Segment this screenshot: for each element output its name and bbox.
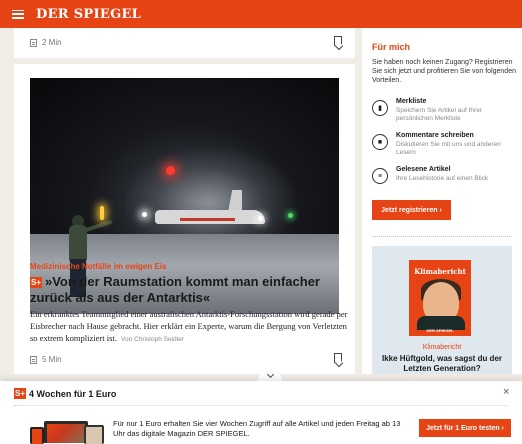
sidebar-fuer-mich: Für mich Sie haben noch keinen Zugang? R… <box>362 28 522 374</box>
hamburger-menu-icon[interactable] <box>12 9 24 19</box>
airplane <box>155 210 265 224</box>
cover-title: Klimabericht <box>414 267 466 276</box>
wing-light <box>288 213 293 218</box>
banner-text: Für nur 1 Euro erhalten Sie vier Wochen … <box>113 419 401 438</box>
chevron-down-icon <box>266 370 274 379</box>
spiegel-plus-badge: S+ <box>14 388 26 399</box>
banner-divider <box>14 405 508 406</box>
close-icon[interactable]: × <box>503 386 509 398</box>
benefit-title: Kommentare schreiben <box>396 132 474 139</box>
phone-screen <box>32 429 42 444</box>
benefit-desc: Speichern Sie Artikel auf Ihrer persönli… <box>396 107 482 122</box>
sidebar-intro: Sie haben noch keinen Zugang? Registrier… <box>372 59 516 84</box>
trial-button[interactable]: Jetzt für 1 Euro testen › <box>419 419 511 437</box>
site-header: DER SPIEGEL <box>0 0 522 28</box>
article-card[interactable]: Medizinische Notfälle im ewigen Eis S+ »V… <box>14 64 355 374</box>
klimabericht-cover[interactable]: Klimabericht DER SPIEGEL <box>409 260 471 336</box>
promo-kicker[interactable]: Klimabericht <box>372 344 512 351</box>
read-time-label: 2 Min <box>42 38 62 47</box>
spiegel-plus-badge: S+ <box>30 277 42 288</box>
benefit-title: Merkliste <box>396 98 427 105</box>
promo-title[interactable]: Ikke Hüftgold, was sagst du der Letzten … <box>376 354 508 374</box>
bookmark-icon: ▮ <box>372 100 388 116</box>
read-time: 2 Min <box>30 38 62 47</box>
cover-brand: DER SPIEGEL <box>426 328 454 333</box>
bookmark-icon[interactable] <box>334 36 342 46</box>
read-time-label: 5 Min <box>42 355 62 364</box>
register-button[interactable]: Jetzt registrieren › <box>372 200 451 220</box>
article-teaser[interactable]: Ein erkranktes Teammitglied einer austra… <box>30 308 348 346</box>
tablet-screen <box>86 427 102 444</box>
benefit-kommentare: ■ Kommentare schreiben Diskutieren Sie m… <box>372 132 518 158</box>
read-time: 5 Min <box>30 355 62 364</box>
klimabericht-promo[interactable]: Klimabericht DER SPIEGEL Klimabericht Ik… <box>372 246 512 374</box>
article-document-icon <box>30 38 37 47</box>
article-byline: Von Christoph Seidler <box>121 336 184 343</box>
spiegel-logo[interactable]: DER SPIEGEL <box>36 7 141 22</box>
benefit-title: Gelesene Artikel <box>396 166 451 173</box>
sidebar-divider <box>372 236 512 237</box>
devices-illustration <box>28 417 106 444</box>
banner-title-text: 4 Wochen für 1 Euro <box>29 388 117 399</box>
benefit-desc: Diskutieren Sie mit uns und anderen Lese… <box>396 141 501 156</box>
landing-light <box>258 216 263 221</box>
read-history-icon: ≡ <box>372 168 388 184</box>
airplane-stripe <box>180 218 235 221</box>
article-headline[interactable]: S+ »Von der Raumstation kommt man einfach… <box>30 274 345 306</box>
benefit-merkliste: ▮ Merkliste Speichern Sie Artikel auf Ih… <box>372 98 518 124</box>
comment-icon: ■ <box>372 134 388 150</box>
landing-light <box>142 212 147 217</box>
bookmark-icon[interactable] <box>334 353 342 363</box>
benefit-gelesene-artikel: ≡ Gelesene Artikel Ihre Lesehistorie auf… <box>372 166 518 192</box>
banner-title: S+ 4 Wochen für 1 Euro <box>14 388 116 399</box>
subscription-banner: S+ 4 Wochen für 1 Euro × Für nur 1 Euro … <box>0 381 522 444</box>
headline-text[interactable]: »Von der Raumstation kommt man einfacher… <box>30 274 320 305</box>
signal-wand <box>100 206 104 220</box>
previous-article-card: 2 Min <box>14 28 355 58</box>
article-kicker[interactable]: Medizinische Notfälle im ewigen Eis <box>30 262 166 271</box>
laptop-screen <box>47 424 85 443</box>
sidebar-title: Für mich <box>372 42 411 52</box>
article-document-icon <box>30 355 37 364</box>
benefit-desc: Ihre Lesehistorie auf einen Blick <box>396 175 489 182</box>
teaser-text: Ein erkranktes Teammitglied einer austra… <box>30 309 348 343</box>
beacon-light <box>166 166 175 175</box>
